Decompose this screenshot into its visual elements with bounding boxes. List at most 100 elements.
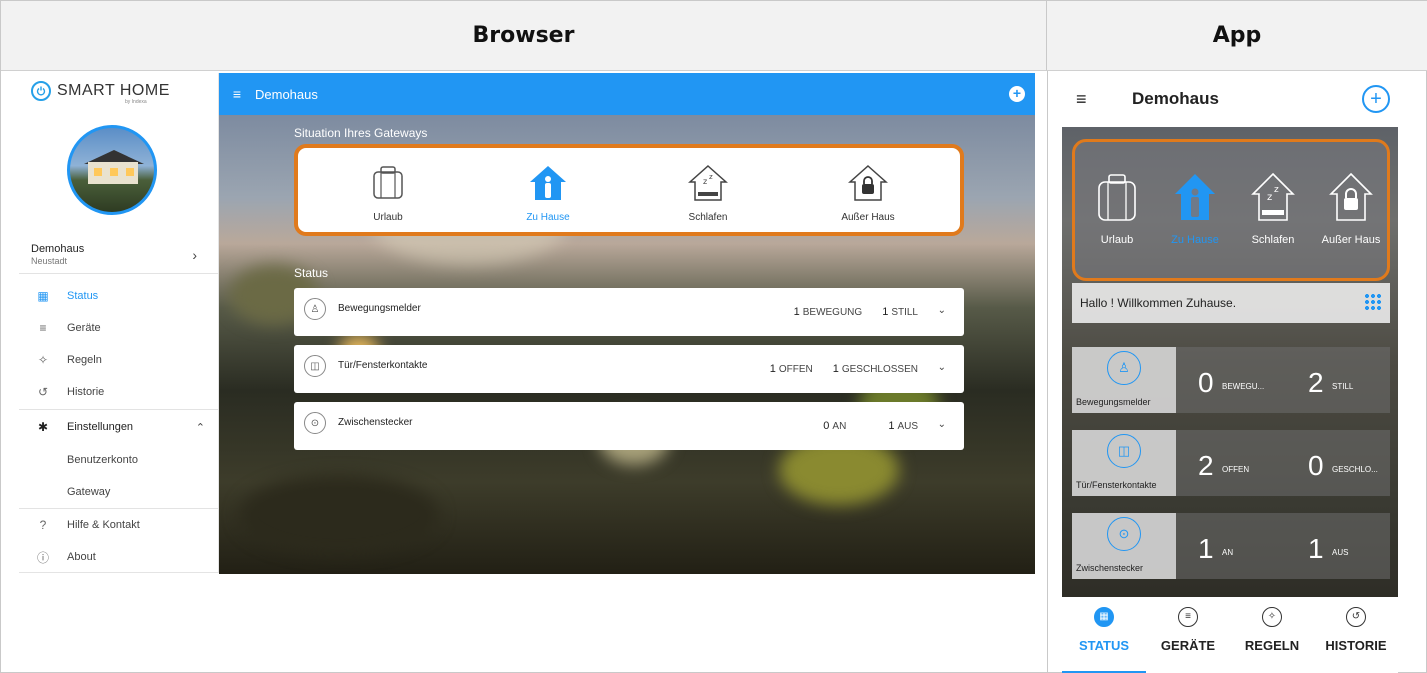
menu-icon[interactable]: ≡	[1076, 89, 1087, 110]
home-person-icon	[530, 166, 566, 200]
sleep-house-icon: z z	[688, 164, 728, 201]
unit: STILL	[891, 307, 918, 318]
gear-icon: ✱	[37, 420, 49, 434]
app-gateway-option-ausser-haus[interactable]: Außer Haus	[1315, 142, 1387, 280]
tab-historie[interactable]: ↺ HISTORIE	[1314, 607, 1398, 653]
suitcase-icon	[373, 166, 403, 199]
chevron-down-icon[interactable]: ⌄	[938, 419, 946, 430]
gateway-option-urlaub[interactable]: Urlaub	[318, 148, 458, 232]
status-row-values: 0 AN 1 AUS	[823, 420, 918, 432]
card-unit: OFFEN	[1222, 465, 1250, 474]
gateway-option-ausser-haus[interactable]: Außer Haus	[798, 148, 938, 232]
svg-text:z: z	[1267, 192, 1272, 203]
suitcase-icon	[1098, 174, 1136, 221]
sidebar-item-benutzerkonto[interactable]: Benutzerkonto	[19, 444, 219, 476]
sidebar-item-historie[interactable]: ↺ Historie	[19, 376, 219, 408]
tab-label: GERÄTE	[1160, 638, 1216, 653]
app-card-bewegungsmelder[interactable]: ♙ Bewegungsmelder 0 BEWEGU... 2 STILL	[1072, 347, 1390, 413]
welcome-text: Hallo ! Willkommen Zuhause.	[1080, 296, 1237, 310]
sidebar-item-about[interactable]: ⓘ About	[19, 541, 219, 573]
lock-house-icon	[1329, 172, 1373, 221]
location-name: Demohaus	[31, 243, 85, 255]
card-name: Zwischenstecker	[1076, 563, 1144, 573]
sidebar-item-status[interactable]: ▦ Status	[19, 280, 219, 312]
tab-geraete[interactable]: ≡ GERÄTE	[1146, 607, 1230, 653]
history-icon: ↺	[1346, 607, 1366, 627]
unit: AN	[832, 421, 847, 432]
sidebar-item-label: Historie	[67, 386, 105, 398]
divider	[19, 273, 219, 274]
app-gateway-panel: Urlaub Zu Hause z z Schlafen Außer Haus	[1072, 139, 1390, 281]
door-window-icon: ◫	[304, 355, 326, 377]
app-gateway-option-schlafen[interactable]: z z Schlafen	[1237, 142, 1309, 280]
chevron-down-icon[interactable]: ⌄	[938, 362, 946, 373]
unit: OFFEN	[778, 364, 813, 375]
tab-status[interactable]: ▦ STATUS	[1062, 607, 1146, 653]
gateway-option-label: Urlaub	[373, 212, 403, 223]
card-unit: STILL	[1332, 382, 1354, 391]
info-icon: ⓘ	[36, 550, 49, 565]
status-row-zwischenstecker[interactable]: ⊙ Zwischenstecker 0 AN 1 AUS ⌄	[294, 402, 964, 450]
chevron-down-icon[interactable]: ⌄	[938, 305, 946, 316]
sidebar-item-hilfe[interactable]: ? Hilfe & Kontakt	[19, 509, 219, 541]
tab-regeln[interactable]: ✧ REGELN	[1230, 607, 1314, 653]
svg-text:z: z	[703, 177, 707, 186]
browser-sidebar: SMART HOME by Indexa Demohaus Neustadt ›…	[19, 73, 219, 573]
sidebar-item-gateway[interactable]: Gateway	[19, 476, 219, 508]
sidebar-item-label: Regeln	[67, 354, 102, 366]
status-row-values: 1 BEWEGUNG 1 STILL	[794, 306, 918, 318]
sidebar-item-label: Gateway	[67, 486, 111, 498]
tab-label: HISTORIE	[1325, 638, 1387, 653]
app-header: App	[1047, 1, 1427, 71]
menu-icon[interactable]: ≡	[219, 86, 255, 102]
wand-icon: ✧	[1262, 607, 1282, 627]
sidebar-item-einstellungen[interactable]: ✱ Einstellungen ⌃	[19, 411, 219, 443]
status-row-values: 1 OFFEN 1 GESCHLOSSEN	[770, 363, 918, 375]
home-person-icon	[1175, 174, 1215, 220]
gateway-option-schlafen[interactable]: z z Schlafen	[638, 148, 778, 232]
grid-icon[interactable]	[1364, 293, 1382, 311]
card-label-box: ♙ Bewegungsmelder	[1072, 347, 1176, 413]
sidebar-item-label: Hilfe & Kontakt	[67, 519, 140, 531]
card-value: 1	[1198, 533, 1214, 564]
app-title: Demohaus	[1132, 89, 1219, 108]
divider	[1047, 71, 1048, 673]
app-gateway-option-zu-hause[interactable]: Zu Hause	[1159, 142, 1231, 280]
card-unit: BEWEGU...	[1222, 382, 1265, 391]
list-icon: ≡	[39, 321, 47, 335]
power-icon	[31, 81, 51, 101]
motion-sensor-icon: ♙	[1107, 351, 1141, 385]
status-row-bewegungsmelder[interactable]: ♙ Bewegungsmelder 1 BEWEGUNG 1 STILL ⌄	[294, 288, 964, 336]
motion-sensor-icon: ♙	[304, 298, 326, 320]
app-gateway-option-urlaub[interactable]: Urlaub	[1081, 142, 1153, 280]
value: 1	[882, 306, 889, 318]
sidebar-item-label: Geräte	[67, 322, 101, 334]
comparison-figure: Browser App SMART HOME by Indexa Demohau…	[0, 0, 1427, 673]
app-gateway-label: Schlafen	[1251, 234, 1295, 246]
card-label-box: ⊙ Zwischenstecker	[1072, 513, 1176, 579]
status-row-name: Tür/Fensterkontakte	[338, 360, 428, 371]
gateway-section-title: Situation Ihres Gateways	[294, 126, 428, 140]
status-row-tuer-fenster[interactable]: ◫ Tür/Fensterkontakte 1 OFFEN 1 GESCHLOSSE…	[294, 345, 964, 393]
location-city: Neustadt	[31, 256, 68, 266]
value: 1	[793, 306, 800, 318]
app-card-tuer-fenster[interactable]: ◫ Tür/Fensterkontakte 2 OFFEN 0 GESCHLO.…	[1072, 430, 1390, 496]
gateway-option-zu-hause[interactable]: Zu Hause	[478, 148, 618, 232]
card-unit: AUS	[1332, 548, 1349, 557]
browser-header: Browser	[1, 1, 1047, 71]
sleep-house-icon: z z	[1251, 172, 1295, 221]
avatar[interactable]	[67, 125, 157, 215]
card-label-box: ◫ Tür/Fensterkontakte	[1072, 430, 1176, 496]
location-selector[interactable]: Demohaus Neustadt ›	[31, 243, 211, 266]
lock-house-icon	[848, 164, 888, 201]
svg-text:z: z	[1274, 185, 1279, 195]
unit: GESCHLOSSEN	[841, 364, 918, 375]
sidebar-item-regeln[interactable]: ✧ Regeln	[19, 344, 219, 376]
value: 0	[823, 420, 830, 432]
app-card-zwischenstecker[interactable]: ⊙ Zwischenstecker 1 AN 1 AUS	[1072, 513, 1390, 579]
sidebar-item-geraete[interactable]: ≡ Geräte	[19, 312, 219, 344]
gateway-option-label: Schlafen	[688, 212, 728, 223]
plug-icon: ⊙	[1107, 517, 1141, 551]
add-icon[interactable]: +	[1009, 86, 1025, 102]
add-icon[interactable]: +	[1362, 85, 1390, 113]
